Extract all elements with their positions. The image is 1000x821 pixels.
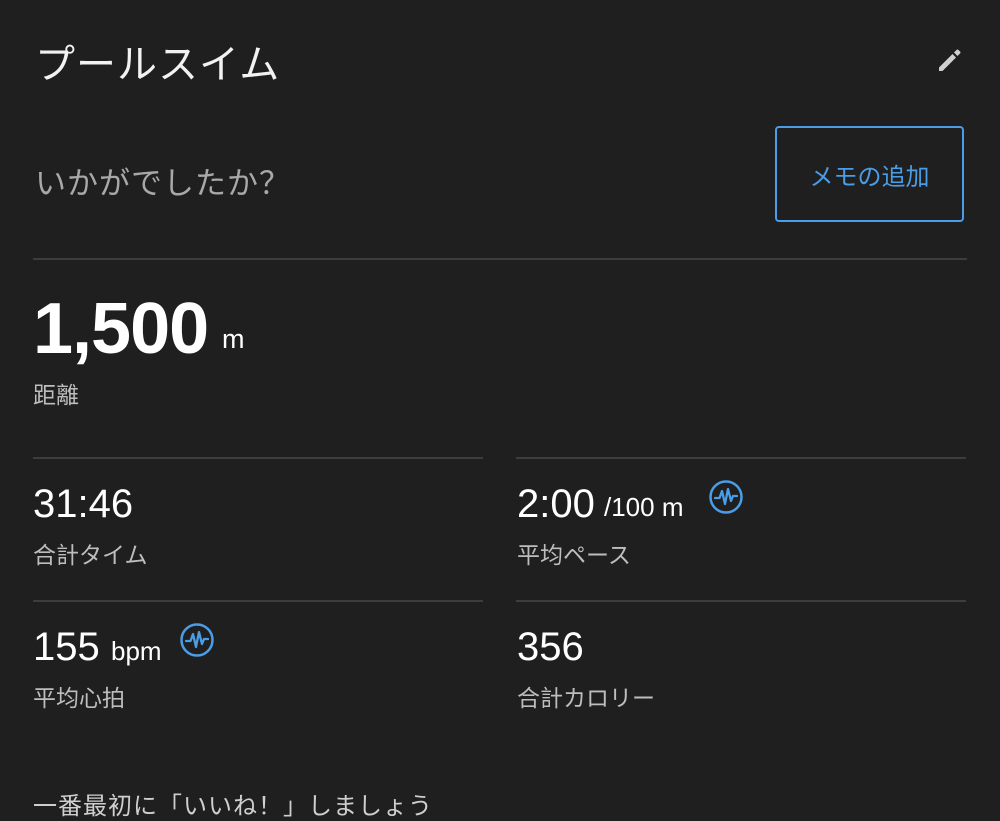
divider: [33, 258, 967, 260]
page-title: プールスイム: [35, 42, 281, 88]
divider: [33, 457, 483, 459]
add-memo-button[interactable]: メモの追加: [775, 126, 964, 222]
distance-unit: m: [222, 324, 245, 354]
total-time-value: 31:46: [33, 482, 134, 526]
divider: [516, 457, 966, 459]
pencil-icon[interactable]: [934, 44, 966, 76]
avg-hr-value: 155: [33, 625, 100, 669]
calories-value: 356: [517, 625, 584, 669]
divider: [516, 600, 966, 602]
distance-label: 距離: [33, 383, 79, 409]
avg-pace-unit: /100 m: [604, 492, 684, 522]
distance-value: 1,500: [33, 289, 209, 369]
heart-rate-icon[interactable]: [179, 622, 215, 658]
heart-rate-icon[interactable]: [708, 479, 744, 515]
calories-label: 合計カロリー: [517, 686, 655, 712]
avg-hr-unit: bpm: [111, 636, 162, 666]
avg-pace-label: 平均ペース: [517, 543, 631, 569]
avg-pace-value: 2:00: [517, 482, 595, 526]
avg-hr-label: 平均心拍: [33, 686, 125, 712]
feedback-question: いかがでしたか？: [35, 166, 291, 202]
like-prompt[interactable]: 一番最初に「いいね！」しましょう: [33, 786, 433, 821]
total-time-label: 合計タイム: [33, 543, 148, 569]
divider: [33, 600, 483, 602]
